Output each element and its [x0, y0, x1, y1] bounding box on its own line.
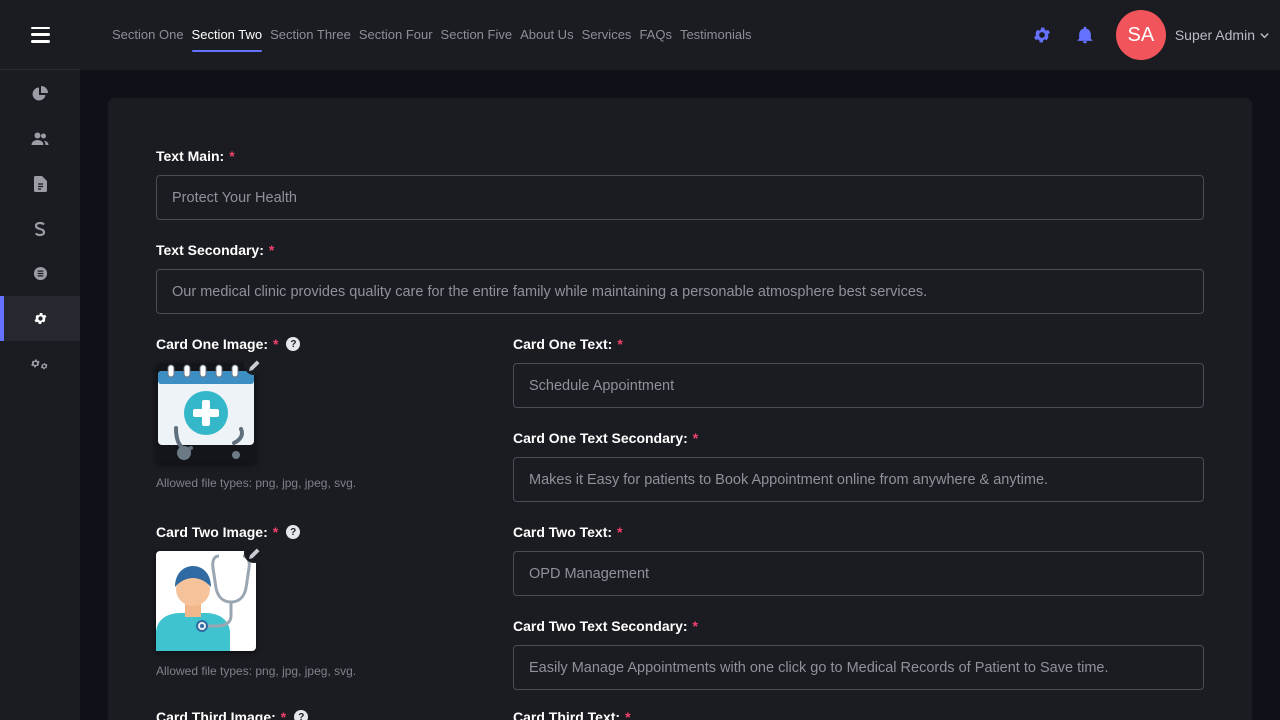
card-two-text-secondary-label: Card Two Text Secondary: *	[513, 618, 698, 634]
dollar-icon	[34, 221, 46, 236]
doctor-image	[156, 551, 256, 651]
nav-testimonials[interactable]: Testimonials	[680, 0, 752, 70]
card-one-image-preview	[156, 355, 264, 463]
nav-section-three[interactable]: Section Three	[270, 0, 351, 70]
text-secondary-input[interactable]	[156, 269, 1204, 314]
avatar[interactable]: SA	[1115, 10, 1166, 60]
sidebar-item-dashboard[interactable]	[0, 71, 80, 116]
card-two-text-secondary-input[interactable]	[513, 645, 1204, 690]
text-secondary-label: Text Secondary: *	[156, 242, 275, 258]
pencil-icon	[248, 359, 260, 371]
card-one-image-label: Card One Image: * ?	[156, 336, 301, 352]
card-two-image-label: Card Two Image: * ?	[156, 524, 301, 540]
nav-section-five[interactable]: Section Five	[441, 0, 513, 70]
card-one-text-secondary-label: Card One Text Secondary: *	[513, 430, 699, 446]
nav-services[interactable]: Services	[582, 0, 632, 70]
card-one-image-edit-button[interactable]	[244, 355, 264, 375]
help-icon[interactable]: ?	[286, 525, 301, 539]
card-one-text-input[interactable]	[513, 363, 1204, 408]
top-header: Section One Section Two Section Three Se…	[0, 0, 1280, 70]
sidebar-item-settings[interactable]	[0, 296, 80, 341]
pie-chart-icon	[32, 85, 48, 100]
header-actions: SA Super Admin	[1032, 0, 1270, 70]
card-two-image-preview	[156, 543, 264, 651]
card-one-text-secondary-input[interactable]	[513, 457, 1204, 502]
sidebar-item-documents[interactable]	[0, 161, 80, 206]
nav-faqs[interactable]: FAQs	[639, 0, 672, 70]
sidebar-item-users[interactable]	[0, 116, 80, 161]
sidebar-item-reports[interactable]	[0, 251, 80, 296]
nav-section-two[interactable]: Section Two	[191, 0, 262, 70]
text-main-input[interactable]	[156, 175, 1204, 220]
card-one-image-hint: Allowed file types: png, jpg, jpeg, svg.	[156, 476, 357, 490]
notification-bell-icon[interactable]	[1075, 25, 1095, 45]
document-icon	[33, 175, 47, 192]
help-icon[interactable]: ?	[286, 337, 301, 351]
pencil-icon	[248, 547, 260, 559]
settings-gear-icon[interactable]	[1032, 25, 1052, 45]
card-two-image-hint: Allowed file types: png, jpg, jpeg, svg.	[156, 664, 357, 678]
gears-icon	[31, 358, 48, 369]
section-two-form-card: Text Main:* Text Secondary:* Card One Im…	[108, 98, 1252, 720]
chevron-down-icon	[1260, 32, 1269, 38]
user-menu[interactable]: Super Admin	[1175, 27, 1270, 43]
gear-icon	[34, 313, 46, 324]
nav-section-one[interactable]: Section One	[112, 0, 184, 70]
card-third-text-label: Card Third Text: *	[513, 709, 631, 720]
sidebar-item-finance[interactable]	[0, 206, 80, 251]
help-icon[interactable]: ?	[294, 710, 309, 720]
card-third-image-label: Card Third Image: * ?	[156, 709, 309, 720]
card-two-image-edit-button[interactable]	[244, 543, 264, 563]
menu-toggle-button[interactable]	[0, 0, 80, 70]
user-name-label: Super Admin	[1174, 27, 1255, 43]
nav-section-four[interactable]: Section Four	[359, 0, 433, 70]
card-one-text-label: Card One Text: *	[513, 336, 623, 352]
nav-about-us[interactable]: About Us	[520, 0, 573, 70]
text-main-label: Text Main: *	[156, 148, 235, 164]
card-two-text-label: Card Two Text: *	[513, 524, 623, 540]
list-circle-icon	[33, 266, 47, 281]
sidebar-item-advanced-settings[interactable]	[0, 341, 80, 386]
sidebar	[0, 70, 80, 720]
section-nav: Section One Section Two Section Three Se…	[112, 0, 759, 70]
users-icon	[31, 132, 49, 145]
calendar-stethoscope-image	[158, 364, 254, 460]
hamburger-icon	[30, 26, 50, 43]
card-two-text-input[interactable]	[513, 551, 1204, 596]
